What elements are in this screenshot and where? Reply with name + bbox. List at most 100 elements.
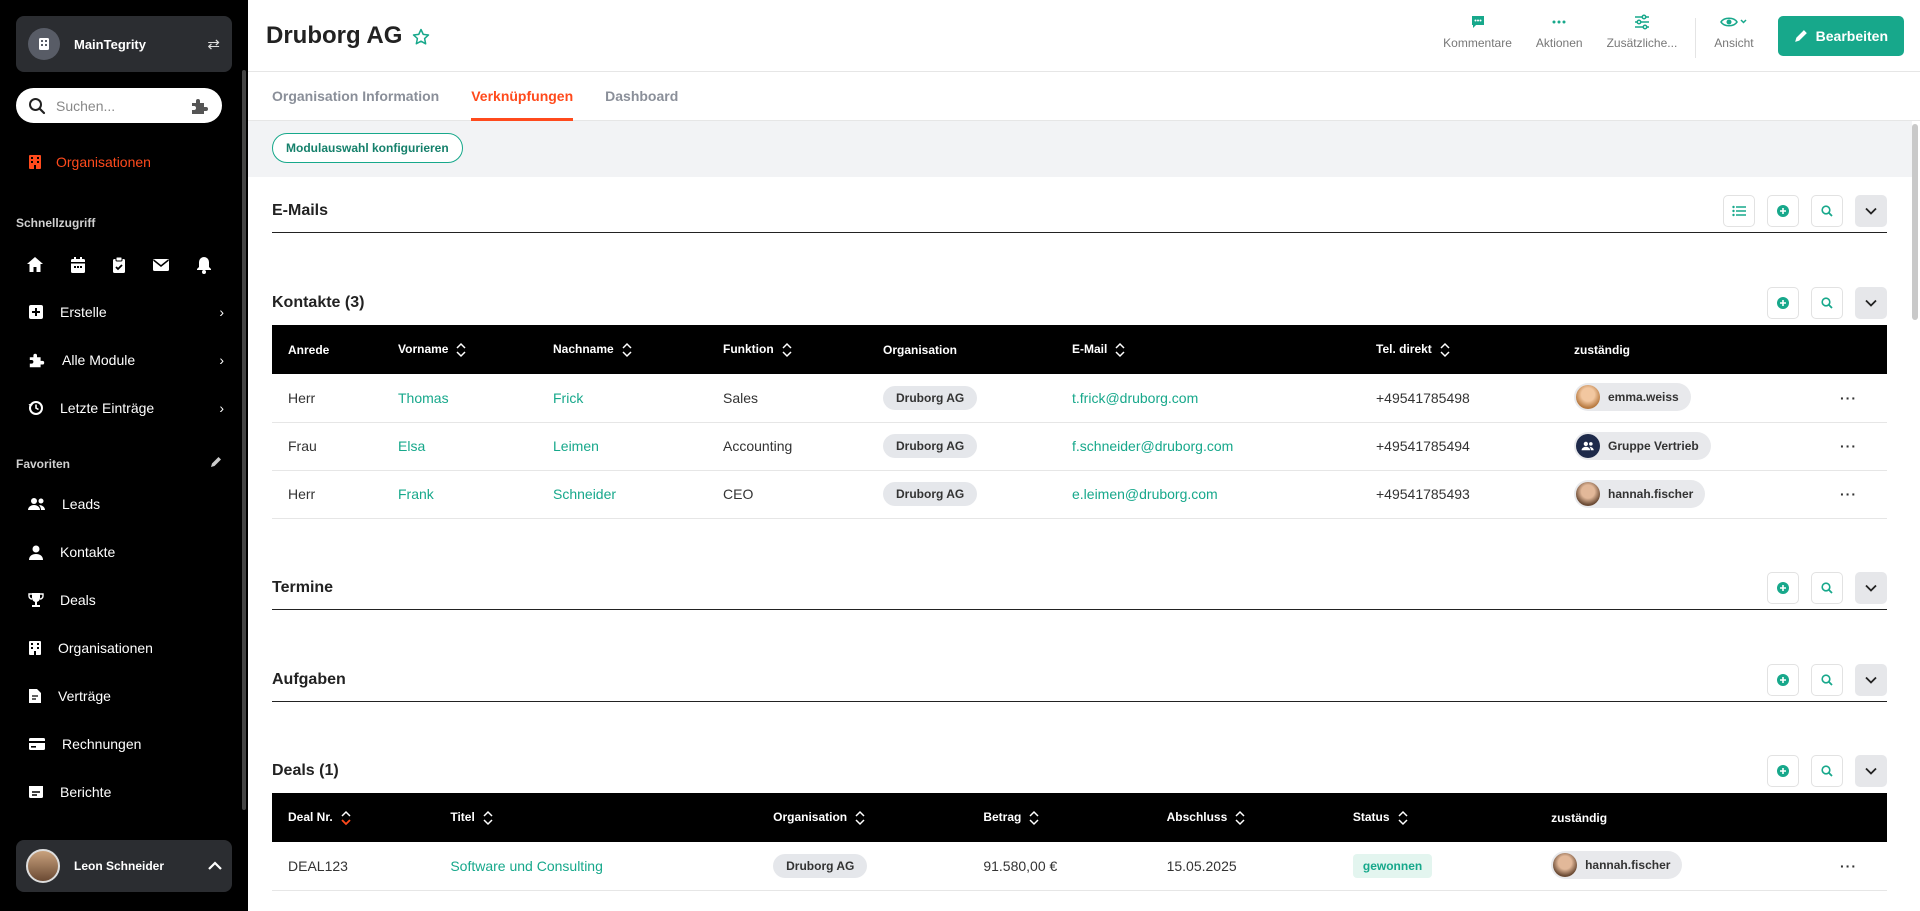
row-menu-icon[interactable]: ···: [1824, 842, 1887, 891]
collapse-button[interactable]: [1855, 194, 1887, 227]
cell-funktion: Accounting: [707, 422, 867, 471]
row-menu-icon[interactable]: ···: [1818, 470, 1887, 519]
cell-nachname-link[interactable]: Leimen: [537, 422, 707, 471]
cell-vorname-link[interactable]: Elsa: [382, 422, 537, 471]
column-header-sortable[interactable]: Titel: [434, 793, 758, 842]
search-button[interactable]: [1811, 194, 1843, 227]
mail-icon[interactable]: [152, 258, 170, 272]
fav-deals[interactable]: Deals: [28, 592, 224, 608]
pencil-icon[interactable]: [210, 456, 222, 468]
table-row[interactable]: Herr Thomas Frick Sales Druborg AG t.fri…: [272, 374, 1887, 423]
cell-nachname-link[interactable]: Frick: [537, 374, 707, 423]
sidebar: MainTegrity ⇄ Organisationen Schnellzugr…: [0, 0, 248, 911]
workspace-switcher[interactable]: MainTegrity ⇄: [16, 16, 232, 72]
swap-icon[interactable]: ⇄: [207, 35, 220, 53]
column-header-sortable[interactable]: Status: [1336, 793, 1536, 842]
menu-erstelle[interactable]: Erstelle ›: [28, 304, 224, 320]
menu-letzte-eintraege[interactable]: Letzte Einträge ›: [28, 400, 224, 416]
search-input[interactable]: [56, 97, 190, 114]
calendar-icon[interactable]: [70, 256, 86, 274]
main-scrollbar[interactable]: [1912, 124, 1918, 320]
collapse-button[interactable]: [1855, 287, 1887, 319]
fav-rechnungen[interactable]: Rechnungen: [28, 736, 224, 752]
additional-button[interactable]: Zusätzliche...: [1607, 14, 1677, 50]
edit-button[interactable]: Bearbeiten: [1777, 16, 1904, 56]
owner-chip[interactable]: hannah.fischer: [1551, 851, 1683, 880]
add-button[interactable]: [1767, 287, 1799, 319]
cell-nachname-link[interactable]: Schneider: [537, 470, 707, 519]
cell-email-link[interactable]: t.frick@druborg.com: [1056, 374, 1360, 423]
clipboard-icon[interactable]: [112, 256, 126, 274]
table-row[interactable]: Herr Frank Schneider CEO Druborg AG e.le…: [272, 470, 1887, 519]
add-button[interactable]: [1767, 755, 1799, 787]
column-label: Abschluss: [1166, 809, 1228, 824]
cell-email-link[interactable]: f.schneider@druborg.com: [1056, 422, 1360, 471]
fav-berichte[interactable]: Berichte: [28, 784, 224, 800]
add-button[interactable]: [1767, 194, 1799, 227]
owner-chip[interactable]: Gruppe Vertrieb: [1574, 432, 1711, 460]
search-button[interactable]: [1811, 663, 1843, 696]
favoriten-label: Favoriten: [16, 457, 71, 471]
fav-label: Rechnungen: [62, 736, 142, 752]
row-menu-icon[interactable]: ···: [1818, 374, 1887, 423]
organisation-chip[interactable]: Druborg AG: [883, 434, 978, 458]
header-actions: Kommentare Aktionen Zusätzliche... Ansic…: [1431, 14, 1904, 62]
file-contract-icon: [29, 689, 41, 703]
cell-vorname-link[interactable]: Thomas: [382, 374, 537, 423]
cell-email-link[interactable]: e.leimen@druborg.com: [1056, 470, 1360, 519]
search-button[interactable]: [1811, 755, 1843, 787]
sidebar-scrollbar[interactable]: [242, 70, 246, 810]
column-header-sortable[interactable]: Betrag: [967, 793, 1151, 842]
sort-icon: [1398, 810, 1408, 825]
cell-vorname-link[interactable]: Frank: [382, 470, 537, 519]
bell-icon[interactable]: [196, 256, 212, 274]
column-header-sortable[interactable]: Deal Nr.: [272, 793, 435, 842]
actions-button[interactable]: Aktionen: [1536, 14, 1583, 50]
column-header-sortable[interactable]: E-Mail: [1056, 325, 1360, 374]
section-title: Kontakte (3): [272, 294, 365, 311]
fav-vertraege[interactable]: Verträge: [28, 688, 224, 704]
view-button[interactable]: Ansicht: [1714, 14, 1754, 50]
column-header-sortable[interactable]: Vorname: [382, 325, 537, 374]
tab-verknuepfungen[interactable]: Verknüpfungen: [471, 72, 573, 121]
list-view-button[interactable]: [1723, 194, 1755, 227]
column-header-sortable[interactable]: Abschluss: [1150, 793, 1337, 842]
puzzle-icon[interactable]: [190, 98, 210, 114]
table-row[interactable]: Frau Elsa Leimen Accounting Druborg AG f…: [272, 422, 1887, 471]
owner-chip[interactable]: emma.weiss: [1574, 383, 1691, 412]
fav-kontakte[interactable]: Kontakte: [28, 544, 224, 560]
owner-chip[interactable]: hannah.fischer: [1574, 479, 1706, 508]
nav-organisationen-active[interactable]: Organisationen: [28, 154, 151, 170]
column-header-sortable[interactable]: Funktion: [707, 325, 867, 374]
row-menu-icon[interactable]: ···: [1818, 422, 1887, 471]
organisation-chip[interactable]: Druborg AG: [883, 482, 978, 506]
column-header-sortable[interactable]: Organisation: [757, 793, 968, 842]
table-row[interactable]: DEAL123 Software und Consulting Druborg …: [272, 842, 1887, 891]
fav-organisationen[interactable]: Organisationen: [28, 640, 224, 656]
collapse-button[interactable]: [1855, 755, 1887, 787]
fav-leads[interactable]: Leads: [28, 496, 224, 512]
organisation-chip[interactable]: Druborg AG: [883, 385, 978, 410]
comments-button[interactable]: Kommentare: [1443, 14, 1512, 50]
column-header-sortable[interactable]: Tel. direkt: [1360, 325, 1558, 374]
column-header-sortable[interactable]: Nachname: [537, 325, 707, 374]
add-button[interactable]: [1767, 571, 1799, 604]
chevron-down-icon: [1865, 207, 1877, 215]
tab-organisation-information[interactable]: Organisation Information: [272, 72, 439, 120]
collapse-button[interactable]: [1855, 571, 1887, 604]
add-button[interactable]: [1767, 663, 1799, 696]
search-button[interactable]: [1811, 287, 1843, 319]
cell-titel-link[interactable]: Software und Consulting: [434, 842, 758, 891]
configure-modules-button[interactable]: Modulauswahl konfigurieren: [272, 133, 463, 163]
star-icon[interactable]: [412, 28, 430, 46]
collapse-button[interactable]: [1855, 663, 1887, 696]
organisation-chip[interactable]: Druborg AG: [773, 853, 868, 878]
user-menu[interactable]: Leon Schneider: [16, 840, 232, 892]
menu-alle-module[interactable]: Alle Module ›: [28, 352, 224, 368]
search-button[interactable]: [1811, 571, 1843, 604]
search-icon: [1821, 581, 1833, 594]
avatar: [1553, 853, 1578, 878]
tab-dashboard[interactable]: Dashboard: [605, 72, 678, 120]
chevron-up-icon[interactable]: [208, 861, 222, 871]
home-icon[interactable]: [26, 256, 44, 274]
